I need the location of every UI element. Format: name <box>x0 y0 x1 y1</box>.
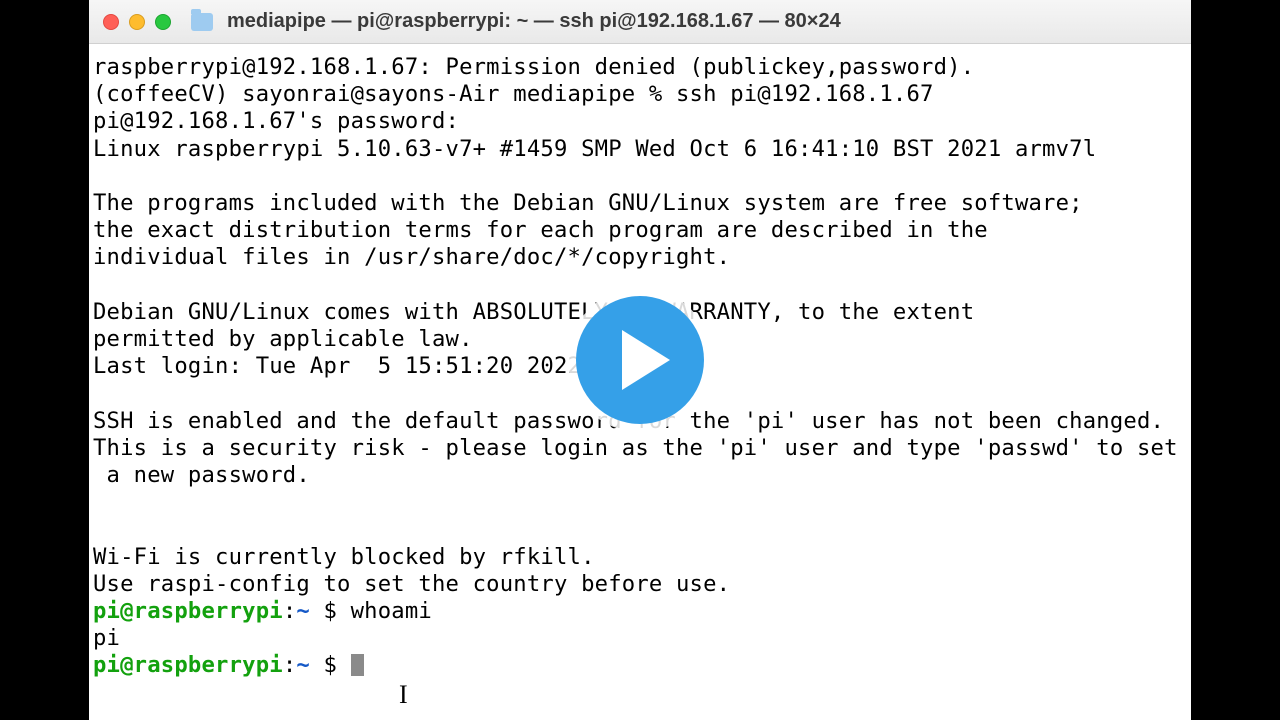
prompt-sep: : <box>283 652 297 678</box>
cursor-block-icon <box>351 654 364 676</box>
terminal-line: This is a security risk - please login a… <box>93 435 1178 461</box>
terminal-line: raspberrypi@192.168.1.67: Permission den… <box>93 54 974 80</box>
terminal-line: the exact distribution terms for each pr… <box>93 217 988 243</box>
prompt-path: ~ <box>296 652 310 678</box>
terminal-line: Linux raspberrypi 5.10.63-v7+ #1459 SMP … <box>93 136 1096 162</box>
zoom-icon[interactable] <box>155 14 171 30</box>
prompt-symbol: $ <box>310 598 351 624</box>
prompt-symbol: $ <box>310 652 351 678</box>
terminal-line: Last login: Tue Apr 5 15:51:20 2022 <box>93 353 581 379</box>
window-title: mediapipe — pi@raspberrypi: ~ — ssh pi@1… <box>227 10 841 33</box>
command-text: whoami <box>351 598 432 624</box>
prompt-sep: : <box>283 598 297 624</box>
terminal-line: (coffeeCV) sayonrai@sayons-Air mediapipe… <box>93 81 934 107</box>
command-output: pi <box>93 625 120 651</box>
play-icon <box>622 330 670 390</box>
terminal-line: Debian GNU/Linux comes with ABSOLUTELY N… <box>93 299 974 325</box>
terminal-line: a new password. <box>93 462 310 488</box>
prompt-user: pi@raspberrypi <box>93 598 283 624</box>
close-icon[interactable] <box>103 14 119 30</box>
folder-icon <box>191 13 213 31</box>
terminal-line: pi@192.168.1.67's password: <box>93 108 459 134</box>
terminal-line: permitted by applicable law. <box>93 326 473 352</box>
traffic-lights <box>103 14 171 30</box>
terminal-line: Use raspi-config to set the country befo… <box>93 571 730 597</box>
text-cursor-icon: I <box>399 680 408 710</box>
window-titlebar: mediapipe — pi@raspberrypi: ~ — ssh pi@1… <box>89 0 1191 44</box>
minimize-icon[interactable] <box>129 14 145 30</box>
terminal-line: individual files in /usr/share/doc/*/cop… <box>93 244 730 270</box>
terminal-line: The programs included with the Debian GN… <box>93 190 1083 216</box>
prompt-path: ~ <box>296 598 310 624</box>
play-button[interactable] <box>576 296 704 424</box>
prompt-user: pi@raspberrypi <box>93 652 283 678</box>
terminal-line: Wi-Fi is currently blocked by rfkill. <box>93 544 595 570</box>
